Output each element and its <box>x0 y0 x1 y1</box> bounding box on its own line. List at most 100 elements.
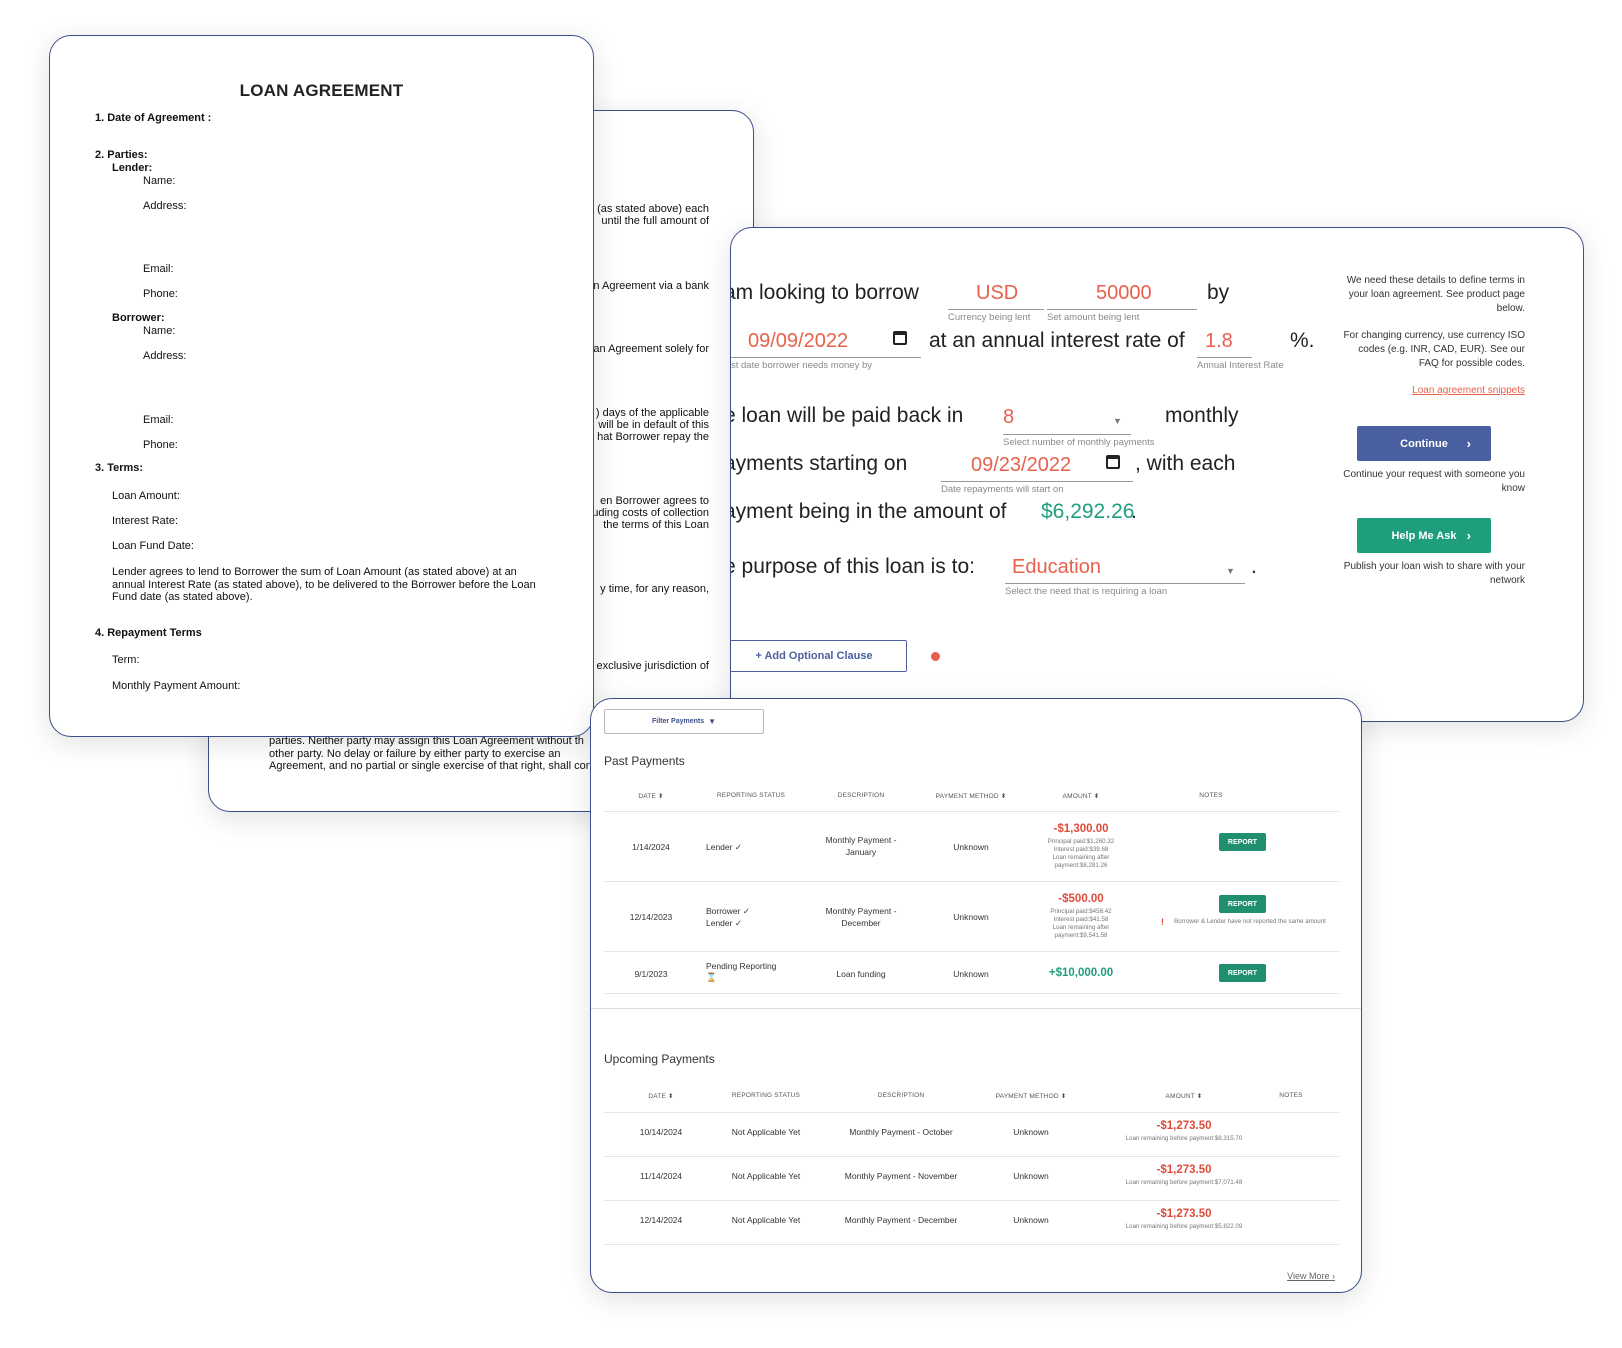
form-text: , with each <box>1135 452 1236 475</box>
section-repayment-terms: 4. Repayment Terms <box>95 627 202 639</box>
fund-date-label: Loan Fund Date: <box>112 540 194 552</box>
row-description: January <box>845 847 877 857</box>
payments-count-select[interactable]: 8 <box>1003 406 1014 429</box>
row-detail: Loan remaining before payment:$8,315.70 <box>1125 1135 1243 1142</box>
form-text: monthly <box>1165 404 1239 427</box>
col-status: REPORTING STATUS <box>731 1092 801 1099</box>
row-method: Unknown <box>1013 1215 1049 1225</box>
form-text: by <box>1207 281 1230 304</box>
rate-input[interactable]: 1.8 <box>1205 330 1233 353</box>
amount-input[interactable]: 50000 <box>1096 282 1152 305</box>
divider <box>604 993 1339 994</box>
interest-rate-label: Interest Rate: <box>112 515 179 527</box>
row-detail: Principal paid:$458.42 <box>1050 908 1112 915</box>
filter-label: Filter Payments <box>651 718 705 725</box>
loan-agreement-snippets-link[interactable]: Loan agreement snippets <box>1340 384 1525 398</box>
warning-icon: ! <box>1161 917 1164 927</box>
row-detail: Loan remaining before payment:$7,071.48 <box>1125 1179 1243 1186</box>
form-text: at an annual interest rate of <box>929 329 1185 352</box>
col-amount[interactable]: AMOUNT ⬍ <box>1031 792 1131 800</box>
row-status: Borrower ✓ <box>706 906 750 916</box>
lender-label: Lender: <box>112 162 153 174</box>
row-description: Monthly Payment - <box>825 835 897 845</box>
row-detail: payment:$8,281.26 <box>1054 862 1108 869</box>
row-detail: Principal paid:$1,260.32 <box>1047 838 1115 845</box>
divider <box>604 1156 1339 1157</box>
view-more-label: View More <box>1287 1271 1330 1281</box>
chevron-down-icon[interactable]: ▼ <box>1226 566 1235 576</box>
filter-icon: ▼ <box>708 717 717 726</box>
row-detail: Interest paid:$41.58 <box>1053 916 1109 923</box>
calendar-icon[interactable] <box>1106 455 1120 469</box>
section-date-of-agreement: 1. Date of Agreement : <box>95 112 212 124</box>
purpose-hint: Select the need that is requiring a loan <box>1005 586 1168 597</box>
col-date[interactable]: DATE ⬍ <box>621 792 681 800</box>
date-input[interactable]: 09/09/2022 <box>748 330 848 353</box>
terms-paragraph: Lender agrees to lend to Borrower the su… <box>112 566 536 603</box>
row-description: Monthly Payment - <box>825 906 897 916</box>
purpose-underline <box>1005 583 1245 584</box>
col-notes: NOTES <box>1279 1092 1303 1099</box>
row-amount: -$1,273.50 <box>1156 1120 1212 1132</box>
divider <box>604 1200 1339 1201</box>
continue-button[interactable]: Continue › <box>1357 426 1491 461</box>
col-description: DESCRIPTION <box>877 1092 925 1099</box>
continue-label: Continue <box>1400 437 1448 450</box>
col-amount[interactable]: AMOUNT ⬍ <box>1134 1092 1234 1100</box>
lender-address-label: Address: <box>143 200 187 212</box>
form-text: e purpose of this loan is to: <box>730 555 975 578</box>
col-date[interactable]: DATE ⬍ <box>631 1092 691 1100</box>
help-me-ask-button[interactable]: Help Me Ask › <box>1357 518 1491 553</box>
borrower-email-label: Email: <box>143 414 174 426</box>
purpose-select[interactable]: Education <box>1012 556 1101 579</box>
col-method[interactable]: PAYMENT METHOD ⬍ <box>921 792 1021 800</box>
payment-amount: $6,292.26 <box>1041 500 1135 523</box>
filter-payments-button[interactable]: Filter Payments ▼ <box>604 709 764 734</box>
row-amount: -$1,273.50 <box>1156 1208 1212 1220</box>
col-method[interactable]: PAYMENT METHOD ⬍ <box>981 1092 1081 1100</box>
row-date: 1/14/2024 <box>632 842 670 852</box>
row-date: 10/14/2024 <box>639 1127 683 1137</box>
row-detail: payment:$9,541.58 <box>1054 932 1108 939</box>
start-date-hint: Date repayments will start on <box>941 484 1064 495</box>
section-parties: 2. Parties: <box>95 149 148 161</box>
section-divider <box>591 1008 1361 1009</box>
loan-agreement-page-1: LOAN AGREEMENT 1. Date of Agreement : 2.… <box>49 35 594 737</box>
row-method: Unknown <box>953 969 989 979</box>
row-status: Not Applicable Yet <box>731 1171 801 1181</box>
hourglass-icon: ⌛ <box>706 972 717 982</box>
percent-text: %. <box>1290 329 1315 352</box>
report-button[interactable]: REPORT <box>1219 964 1266 982</box>
report-button[interactable]: REPORT <box>1219 895 1266 913</box>
payments-panel: Filter Payments ▼ Past Payments DATE ⬍ RE… <box>590 698 1362 1293</box>
add-optional-clause-button[interactable]: + Add Optional Clause <box>731 640 907 672</box>
calendar-icon[interactable] <box>893 331 907 345</box>
form-text: . <box>1251 555 1257 578</box>
side-note-details: We need these details to define terms in… <box>1346 275 1525 314</box>
row-date: 11/14/2024 <box>640 1171 682 1181</box>
row-description: Monthly Payment - December <box>844 1215 958 1225</box>
rate-underline <box>1197 357 1252 358</box>
form-text: ayment being in the amount of <box>730 500 1007 523</box>
row-date: 12/14/2023 <box>629 912 673 922</box>
row-amount: -$500.00 <box>1058 893 1104 905</box>
row-method: Unknown <box>1013 1171 1049 1181</box>
amount-hint: Set amount being lent <box>1047 312 1140 323</box>
row-description: Monthly Payment - October <box>849 1127 953 1137</box>
doc-bottom-fragment: parties. Neither party may assign this L… <box>269 735 598 773</box>
rate-hint: Annual Interest Rate <box>1197 360 1284 371</box>
row-status: Lender ✓ <box>706 918 742 928</box>
row-detail: Loan remaining after <box>1052 924 1110 931</box>
row-method: Unknown <box>1013 1127 1049 1137</box>
help-note: Publish your loan wish to share with you… <box>1343 561 1525 586</box>
currency-input[interactable]: USD <box>976 282 1018 305</box>
start-date-input[interactable]: 09/23/2022 <box>971 454 1071 477</box>
chevron-down-icon[interactable]: ▼ <box>1113 416 1122 426</box>
date-hint: st date borrower needs money by <box>731 360 872 371</box>
date-underline <box>731 357 921 358</box>
loan-request-form: am looking to borrow USD Currency being … <box>730 227 1584 722</box>
report-button[interactable]: REPORT <box>1219 833 1266 851</box>
info-icon[interactable] <box>931 652 940 661</box>
view-more-link[interactable]: View More › <box>1287 1271 1335 1281</box>
row-amount: -$1,300.00 <box>1053 823 1109 835</box>
